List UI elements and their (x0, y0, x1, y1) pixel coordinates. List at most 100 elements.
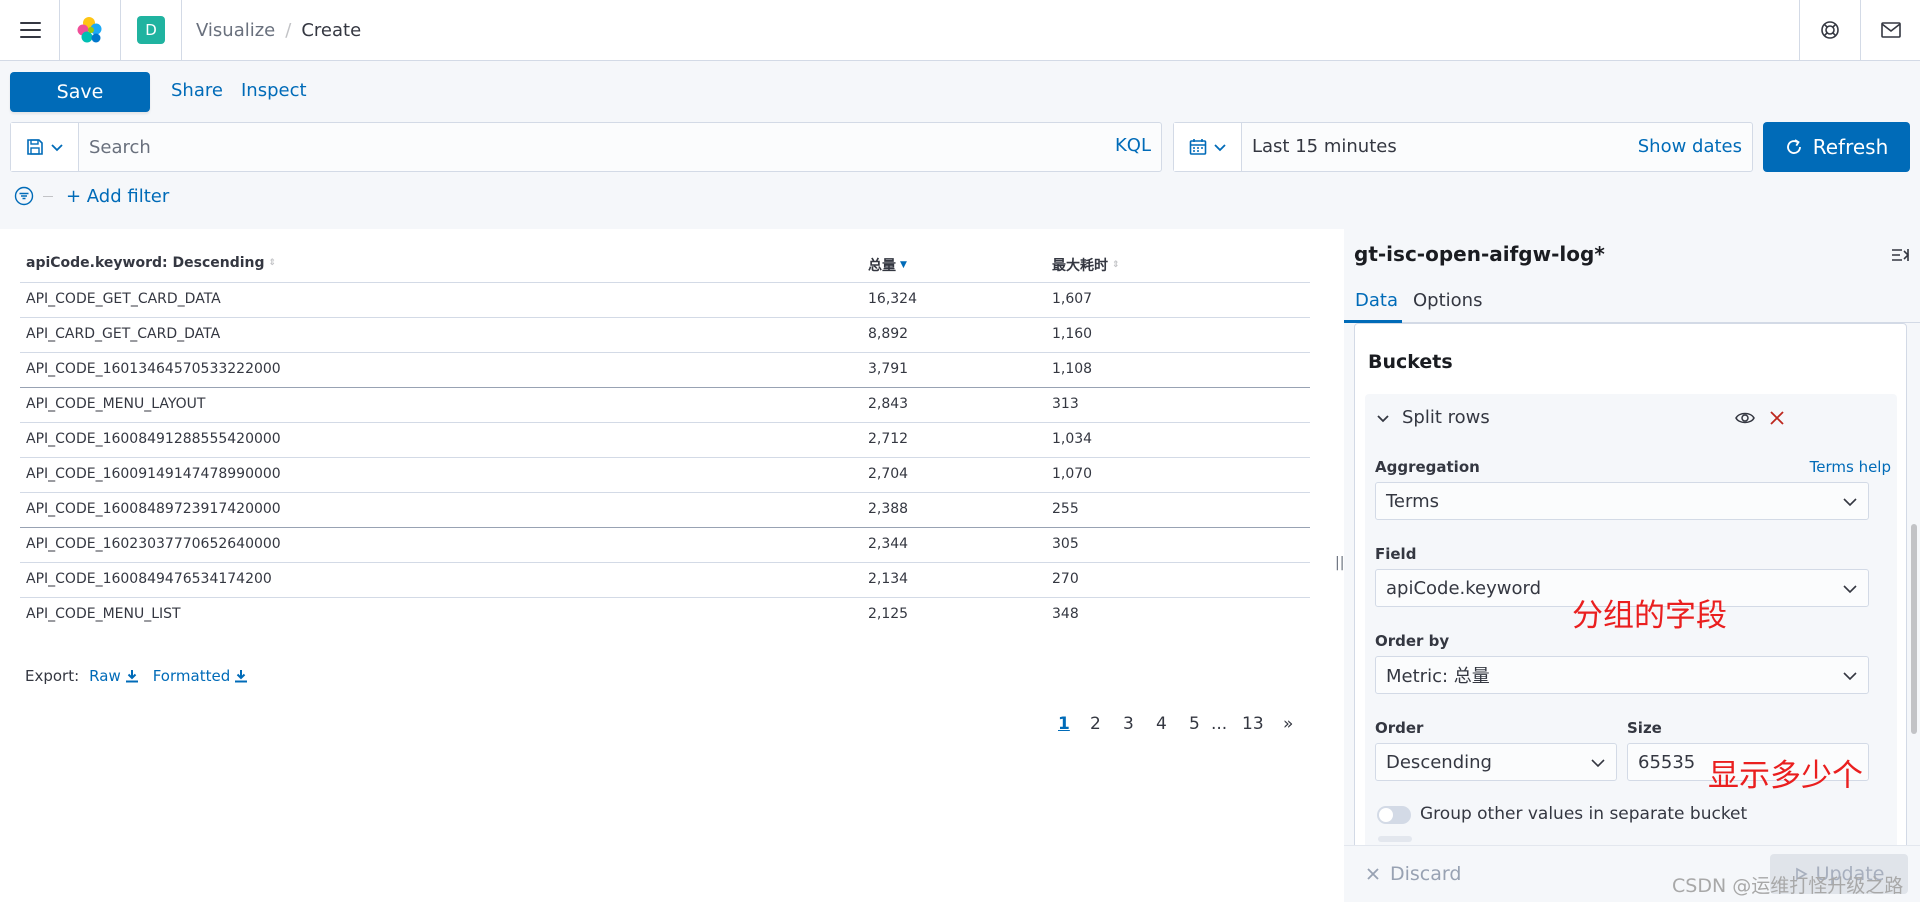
chevron-down-icon[interactable] (1375, 410, 1391, 426)
newsfeed-button[interactable] (1861, 0, 1920, 60)
export-formatted-link[interactable]: Formatted (153, 667, 249, 685)
save-button[interactable]: Save (10, 72, 150, 112)
calendar-icon (1189, 139, 1206, 155)
hamburger-icon (19, 22, 41, 38)
page-4-button[interactable]: 4 (1156, 714, 1167, 734)
main-menu-button[interactable] (0, 0, 60, 60)
quick-menu-button[interactable] (1174, 123, 1242, 171)
help-menu-button[interactable] (1800, 0, 1860, 60)
pagination: 1 2 3 4 5 ... 13 » (1040, 714, 1300, 738)
table-cell-apicode: API_CODE_16008491288555420000 (26, 431, 281, 447)
discard-button[interactable]: Discard (1366, 863, 1461, 885)
filter-options-icon[interactable] (14, 186, 34, 206)
refresh-button[interactable]: Refresh (1763, 122, 1910, 172)
top-header: D Visualize / Create (0, 0, 1920, 61)
table-cell-max-duration: 313 (1052, 396, 1079, 412)
share-link[interactable]: Share (171, 80, 223, 101)
annotation-size-note: 显示多少个 (1708, 758, 1863, 794)
refresh-label: Refresh (1812, 135, 1889, 159)
inspect-link[interactable]: Inspect (241, 80, 307, 101)
eye-icon[interactable] (1735, 408, 1755, 428)
next-page-button[interactable]: » (1283, 714, 1293, 734)
column-header-label: 最大耗时 (1052, 258, 1108, 274)
date-picker: Last 15 minutes Show dates (1173, 122, 1753, 172)
page-1-button[interactable]: 1 (1058, 714, 1070, 734)
order-by-select[interactable]: Metric: 总量 (1375, 656, 1869, 694)
export-raw-label: Raw (89, 667, 121, 685)
partially-visible-toggle (1378, 836, 1412, 842)
sort-descending-icon: ▼ (900, 259, 907, 270)
aggregation-value: Terms (1386, 490, 1440, 512)
kibana-home-link[interactable] (60, 0, 120, 60)
elastic-logo-icon (77, 17, 102, 43)
terms-help-link[interactable]: Terms help (1810, 458, 1891, 476)
table-row: API_CODE_16013464570533222000 3,791 1,108 (20, 353, 1310, 388)
export-label: Export: (25, 667, 80, 685)
column-header-total[interactable]: 总量 ▼ (868, 255, 907, 275)
editor-tabs: Data Options (1344, 279, 1920, 323)
tab-options[interactable]: Options (1413, 290, 1482, 311)
table-cell-max-duration: 1,070 (1052, 466, 1093, 482)
aggregation-select[interactable]: Terms (1375, 482, 1869, 520)
table-header: apiCode.keyword: Descending ⇕ 总量 ▼ 最大耗时 … (20, 245, 1310, 283)
table-cell-max-duration: 1,108 (1052, 361, 1093, 377)
page-3-button[interactable]: 3 (1123, 714, 1134, 734)
table-cell-apicode: API_CODE_GET_CARD_DATA (26, 291, 221, 307)
breadcrumb-visualize[interactable]: Visualize (196, 20, 275, 41)
order-select[interactable]: Descending (1375, 743, 1617, 781)
table-cell-total: 8,892 (868, 326, 909, 342)
chevron-down-icon (1843, 672, 1857, 681)
order-label: Order (1375, 719, 1424, 737)
sort-icon: ⇕ (1112, 259, 1120, 270)
export-formatted-label: Formatted (152, 667, 231, 685)
remove-aggregation-icon[interactable] (1767, 408, 1787, 428)
csdn-watermark: CSDN @运维打怪升级之路 (1672, 875, 1904, 897)
group-other-toggle[interactable] (1377, 806, 1411, 824)
page-2-button[interactable]: 2 (1090, 714, 1101, 734)
table-cell-apicode: API_CODE_MENU_LAYOUT (26, 396, 206, 412)
header-divider (181, 0, 182, 60)
aggregation-label: Aggregation (1375, 458, 1480, 476)
field-label: Field (1375, 545, 1417, 563)
download-icon (125, 670, 138, 683)
table-cell-total: 3,791 (868, 361, 909, 377)
table-cell-apicode: API_CODE_16013464570533222000 (26, 361, 281, 377)
table-cell-apicode: API_CODE_1600849476534174200 (26, 571, 272, 587)
split-rows-title[interactable]: Split rows (1402, 407, 1490, 428)
export-raw-link[interactable]: Raw (89, 667, 139, 685)
collapse-sidebar-icon[interactable] (1890, 245, 1910, 265)
show-dates-button[interactable]: Show dates (1638, 136, 1742, 157)
sidebar-scrollbar[interactable] (1911, 524, 1917, 734)
page-5-button[interactable]: 5 (1189, 714, 1200, 734)
column-header-apicode[interactable]: apiCode.keyword: Descending ⇕ (26, 255, 276, 271)
saved-query-button[interactable] (11, 123, 79, 171)
space-selector-button[interactable]: D (121, 0, 181, 60)
refresh-icon (1786, 139, 1801, 154)
order-by-value: Metric: 总量 (1386, 666, 1490, 687)
buckets-title: Buckets (1368, 351, 1453, 373)
table-cell-total: 16,324 (868, 291, 917, 307)
discard-label: Discard (1390, 863, 1462, 885)
kql-toggle-button[interactable]: KQL (1115, 135, 1151, 156)
table-cell-total: 2,125 (868, 606, 909, 622)
table-row: API_CODE_16009149147478990000 2,704 1,070 (20, 458, 1310, 493)
page-13-button[interactable]: 13 (1242, 714, 1264, 734)
breadcrumb: Visualize / Create (196, 0, 361, 60)
tab-data[interactable]: Data (1355, 290, 1398, 311)
table-cell-apicode: API_CODE_16023037770652640000 (26, 536, 281, 552)
table-row: API_CODE_16023037770652640000 2,344 305 (20, 528, 1310, 563)
space-avatar: D (137, 16, 165, 44)
save-disk-icon (26, 139, 43, 155)
breadcrumb-separator: / (285, 19, 292, 41)
chevron-down-icon (1843, 498, 1857, 507)
query-bar: KQL (10, 122, 1162, 172)
time-range-display[interactable]: Last 15 minutes (1252, 136, 1397, 157)
add-filter-button[interactable]: + Add filter (66, 186, 169, 207)
filter-divider (43, 196, 53, 197)
group-other-label: Group other values in separate bucket (1420, 804, 1748, 824)
search-input[interactable] (81, 123, 1081, 171)
export-bar: Export: Raw Formatted (25, 667, 248, 685)
column-header-max-duration[interactable]: 最大耗时 ⇕ (1052, 255, 1120, 275)
field-value: apiCode.keyword (1386, 577, 1542, 599)
table-cell-apicode: API_CARD_GET_CARD_DATA (26, 326, 221, 342)
